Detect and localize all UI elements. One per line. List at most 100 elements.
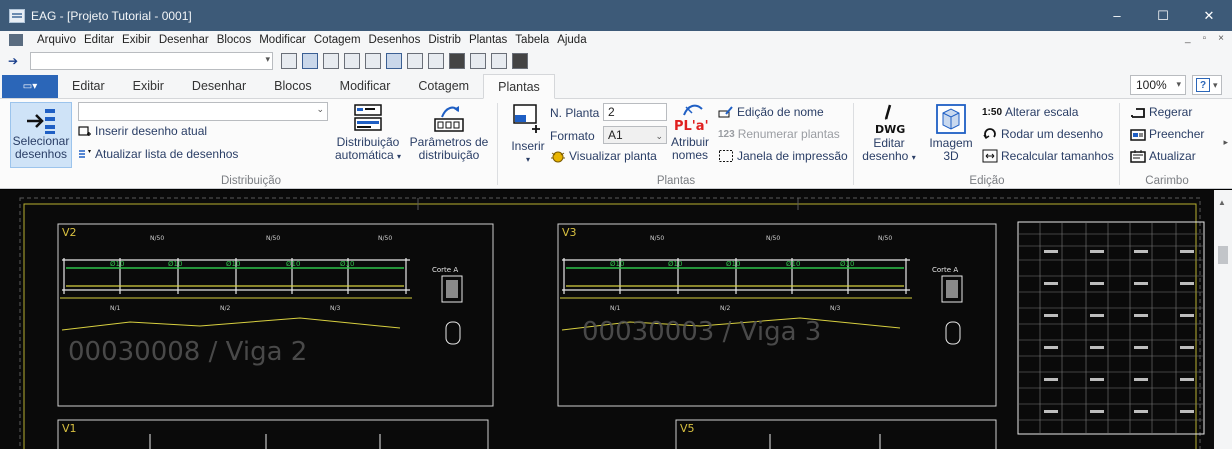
imagem-3d-button[interactable]: Imagem 3D <box>926 103 976 169</box>
layer-combo[interactable]: ▾ <box>30 51 273 70</box>
magnifier-icon[interactable] <box>365 52 381 69</box>
parametros-distribuicao-button[interactable]: Parâmetros de distribuição <box>406 103 492 169</box>
frame-icon[interactable] <box>407 52 423 69</box>
stack-icon[interactable] <box>449 52 465 69</box>
section-label-1: Corte A <box>432 266 458 274</box>
recalcular-tamanhos-button[interactable]: Recalcular tamanhos <box>982 149 1114 163</box>
menu-desenhar[interactable]: Desenhar <box>155 31 213 49</box>
svg-text:Ø10: Ø10 <box>168 260 182 268</box>
update-stamp-icon <box>1130 150 1146 163</box>
ribbon-scroll-right-icon[interactable]: ▸ <box>1223 137 1228 148</box>
insert-sheet-icon <box>513 104 540 133</box>
svg-text:N/50: N/50 <box>266 235 280 242</box>
editar-label-2: desenho ▾ <box>862 149 916 163</box>
zoom-value: 100% <box>1136 78 1167 92</box>
tab-desenhar[interactable]: Desenhar <box>178 74 260 98</box>
bug-view-icon <box>551 151 565 163</box>
edicao-nome-label: Edição de nome <box>737 105 824 119</box>
atualizar-lista-label: Atualizar lista de desenhos <box>95 147 239 161</box>
selecionar-desenhos-button[interactable]: Selecionar desenhos <box>10 102 72 168</box>
minimize-button[interactable]: – <box>1094 0 1140 31</box>
group-label-distribuicao: Distribuição <box>220 175 282 187</box>
formato-select[interactable]: A1 ⌄ <box>603 126 667 144</box>
menu-system-icon[interactable] <box>9 34 23 46</box>
tab-cotagem[interactable]: Cotagem <box>404 74 483 98</box>
group-label-carimbo: Carimbo <box>1145 175 1189 187</box>
svg-text:Ø10: Ø10 <box>668 260 682 268</box>
list-icon[interactable] <box>470 52 486 69</box>
menu-exibir[interactable]: Exibir <box>118 31 155 49</box>
alterar-escala-label: Alterar escala <box>1005 105 1079 119</box>
menu-plantas[interactable]: Plantas <box>465 31 511 49</box>
n-planta-input[interactable]: 2 <box>603 103 667 121</box>
visualizar-planta-label: Visualizar planta <box>569 149 657 163</box>
inserir-desenho-atual-label: Inserir desenho atual <box>95 124 208 138</box>
mdi-close-button[interactable]: × <box>1218 33 1224 44</box>
distribuicao-automatica-button[interactable]: Distribuição automática ▾ <box>332 103 404 169</box>
close-button[interactable]: ✕ <box>1186 0 1232 31</box>
tab-plantas[interactable]: Plantas <box>483 74 555 99</box>
renumerar-plantas-button[interactable]: 123 Renumerar plantas <box>718 127 840 141</box>
table-icon[interactable] <box>323 52 339 69</box>
page-icon[interactable] <box>491 52 507 69</box>
alterar-escala-button[interactable]: 1:50 Alterar escala <box>982 105 1078 119</box>
zoom-window-icon[interactable] <box>281 52 297 69</box>
group-label-edicao: Edição <box>969 175 1005 187</box>
menu-editar[interactable]: Editar <box>80 31 118 49</box>
menu-modificar[interactable]: Modificar <box>255 31 310 49</box>
inserir-desenho-atual-button[interactable]: Inserir desenho atual <box>78 124 207 138</box>
mdi-minimize-button[interactable]: _ <box>1185 33 1191 44</box>
scroll-up-icon[interactable]: ▲ <box>1218 198 1226 207</box>
atualizar-lista-button[interactable]: Atualizar lista de desenhos <box>78 147 238 161</box>
editar-desenho-button[interactable]: DWG Editar desenho ▾ <box>862 103 916 169</box>
ribbon-tabs: ▭▾ Editar Exibir Desenhar Blocos Modific… <box>0 72 1232 99</box>
edicao-nome-button[interactable]: Edição de nome <box>718 105 824 119</box>
maximize-button[interactable]: ☐ <box>1140 0 1186 31</box>
help-icon: ? <box>1196 78 1210 92</box>
svg-text:N/50: N/50 <box>378 235 392 242</box>
menu-blocos[interactable]: Blocos <box>213 31 256 49</box>
cad-drawing[interactable]: V2 N/50 N/50 N/50 N/1 N/2 N/3 Ø10 Ø10 Ø10 Ø10 Ø10… <box>0 190 1214 449</box>
drawing-canvas[interactable]: V2 N/50 N/50 N/50 N/1 N/2 N/3 Ø10 Ø10 Ø10 Ø10 Ø10… <box>0 190 1214 449</box>
menu-ajuda[interactable]: Ajuda <box>553 31 590 49</box>
atualizar-carimbo-button[interactable]: Atualizar <box>1130 149 1196 163</box>
grid-icon[interactable] <box>302 52 318 69</box>
sheet-icon[interactable] <box>344 52 360 69</box>
layout-icon[interactable] <box>386 52 402 69</box>
tab-exibir[interactable]: Exibir <box>119 74 178 98</box>
vertical-scrollbar[interactable]: ▲ <box>1214 190 1232 449</box>
svg-text:Ø10: Ø10 <box>786 260 800 268</box>
group-label-plantas: Plantas <box>656 175 696 187</box>
chevron-down-icon: ▾ <box>525 155 530 164</box>
inserir-planta-button[interactable]: Inserir ▾ <box>508 103 548 169</box>
svg-text:N/3: N/3 <box>330 305 341 312</box>
scroll-thumb[interactable] <box>1218 246 1228 264</box>
menu-distrib[interactable]: Distrib <box>424 31 465 49</box>
help-button[interactable]: ? ▾ <box>1192 75 1222 95</box>
select-arrow-icon[interactable]: ➔ <box>8 54 22 68</box>
menu-tabela[interactable]: Tabela <box>511 31 553 49</box>
preencher-button[interactable]: Preencher <box>1130 127 1204 141</box>
zoom-select[interactable]: 100% ▾ <box>1130 75 1186 95</box>
menu-arquivo[interactable]: Arquivo <box>33 31 80 49</box>
columns-icon[interactable] <box>428 52 444 69</box>
menu-bar: Arquivo Editar Exibir Desenhar Blocos Mo… <box>0 31 1232 49</box>
save-icon[interactable] <box>512 52 528 69</box>
recalcular-label: Recalcular tamanhos <box>1001 149 1114 163</box>
janela-impressao-button[interactable]: Janela de impressão <box>718 149 848 163</box>
regerar-button[interactable]: Regerar <box>1130 105 1192 119</box>
resize-icon <box>982 149 998 163</box>
mdi-restore-button[interactable]: ▫ <box>1203 33 1207 44</box>
file-menu-button[interactable]: ▭▾ <box>2 75 58 98</box>
menu-cotagem[interactable]: Cotagem <box>310 31 365 49</box>
menu-desenhos[interactable]: Desenhos <box>365 31 425 49</box>
atribuir-nomes-button[interactable]: PL'a' Atribuir nomes <box>668 103 712 169</box>
tab-editar[interactable]: Editar <box>58 74 119 98</box>
tab-modificar[interactable]: Modificar <box>326 74 405 98</box>
tab-blocos[interactable]: Blocos <box>260 74 326 98</box>
edit-name-icon <box>718 106 733 118</box>
fill-stamp-icon <box>1130 129 1146 141</box>
rodar-desenho-button[interactable]: Rodar um desenho <box>982 127 1103 141</box>
visualizar-planta-button[interactable]: Visualizar planta <box>550 149 657 163</box>
drawing-list-combo[interactable]: ⌄ <box>78 102 328 121</box>
